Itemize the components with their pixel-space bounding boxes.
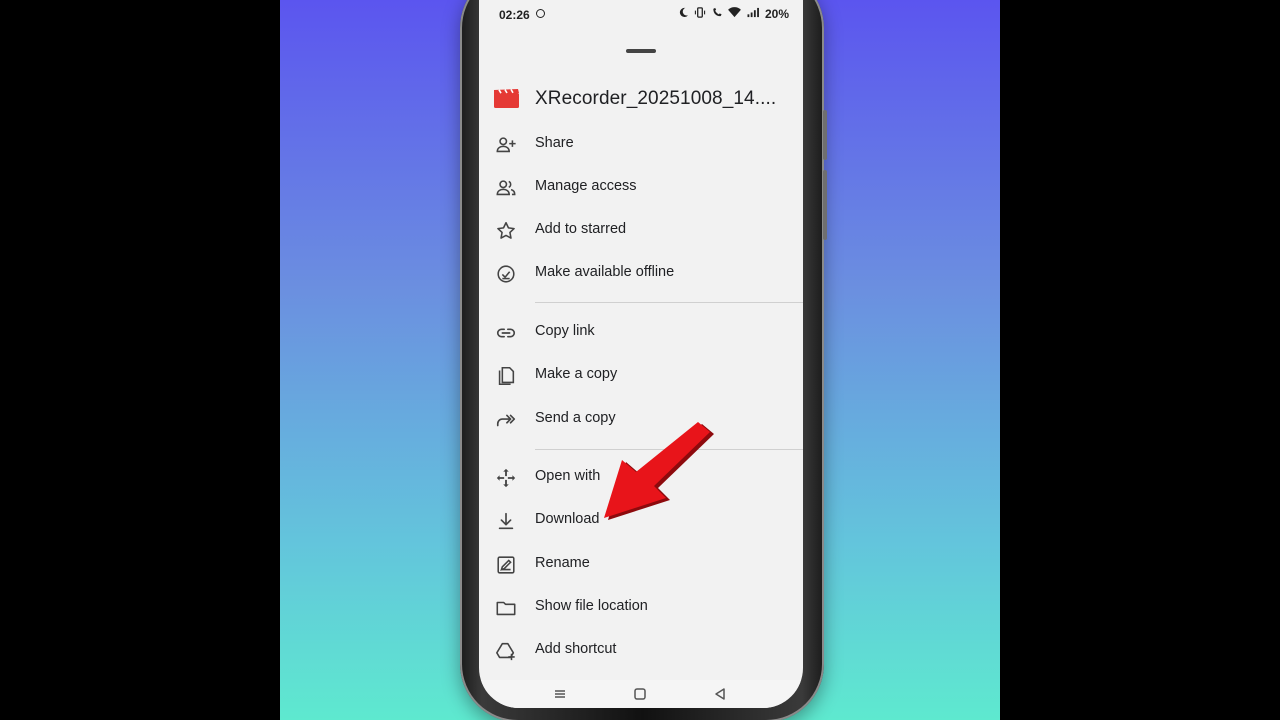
phone-side-button (823, 170, 827, 240)
sheet-drag-handle[interactable] (626, 49, 656, 53)
menu-item-add-to-starred[interactable]: Add to starred (479, 210, 803, 250)
menu-label: Share (535, 135, 574, 151)
battery-level: 20% (764, 7, 789, 21)
system-navigation-bar (479, 680, 803, 708)
menu-item-add-shortcut[interactable]: Add shortcut (479, 630, 803, 670)
menu-label: Download (535, 511, 600, 527)
menu-label: Open with (535, 468, 601, 484)
people-icon (495, 177, 517, 199)
file-header: XRecorder_20251008_14.... (479, 82, 803, 116)
menu-item-show-location[interactable]: Show file location (479, 587, 803, 627)
star-icon (495, 220, 517, 242)
gradient-background: 02:26 20% XRecorder_20251008_14.... Shar… (280, 0, 1000, 720)
menu-label: Add shortcut (535, 641, 617, 657)
wifi-icon (728, 7, 741, 21)
file-name: XRecorder_20251008_14.... (535, 88, 777, 109)
menu-label: Manage access (535, 178, 637, 194)
phone-screen: 02:26 20% XRecorder_20251008_14.... Shar… (479, 0, 803, 708)
video-file-icon (494, 88, 519, 108)
menu-item-copy-link[interactable]: Copy link (479, 312, 803, 352)
home-icon[interactable] (631, 685, 649, 703)
menu-item-share[interactable]: Share (479, 124, 803, 164)
menu-item-make-copy[interactable]: Make a copy (479, 355, 803, 395)
add-person-icon (495, 134, 517, 156)
drive-shortcut-icon (495, 640, 517, 662)
status-time: 02:26 (499, 8, 530, 22)
signal-icon (746, 7, 760, 21)
status-icons: 20% (678, 7, 789, 21)
send-forward-icon (495, 409, 517, 431)
rename-edit-icon (495, 554, 517, 576)
menu-label: Show file location (535, 598, 648, 614)
copy-icon (495, 365, 517, 387)
recents-icon[interactable] (551, 685, 569, 703)
menu-item-manage-access[interactable]: Manage access (479, 167, 803, 207)
wifi-call-icon (711, 7, 723, 21)
offline-check-icon (495, 263, 517, 285)
red-pointer-arrow (604, 422, 714, 520)
folder-icon (495, 597, 517, 619)
status-bar: 02:26 20% (479, 0, 803, 28)
phone-side-button (823, 110, 827, 160)
menu-label: Make available offline (535, 264, 675, 280)
download-icon (495, 510, 517, 532)
menu-label: Make a copy (535, 366, 618, 382)
menu-label: Add to starred (535, 221, 627, 237)
menu-item-rename[interactable]: Rename (479, 544, 803, 584)
screen-record-icon (536, 9, 545, 18)
menu-label: Copy link (535, 323, 595, 339)
moon-icon (678, 7, 689, 21)
vibrate-icon (694, 7, 706, 21)
menu-divider (535, 302, 803, 303)
link-icon (495, 322, 517, 344)
open-with-arrows-icon (495, 467, 517, 489)
back-icon[interactable] (711, 685, 729, 703)
menu-label: Rename (535, 555, 590, 571)
menu-item-make-offline[interactable]: Make available offline (479, 253, 803, 293)
